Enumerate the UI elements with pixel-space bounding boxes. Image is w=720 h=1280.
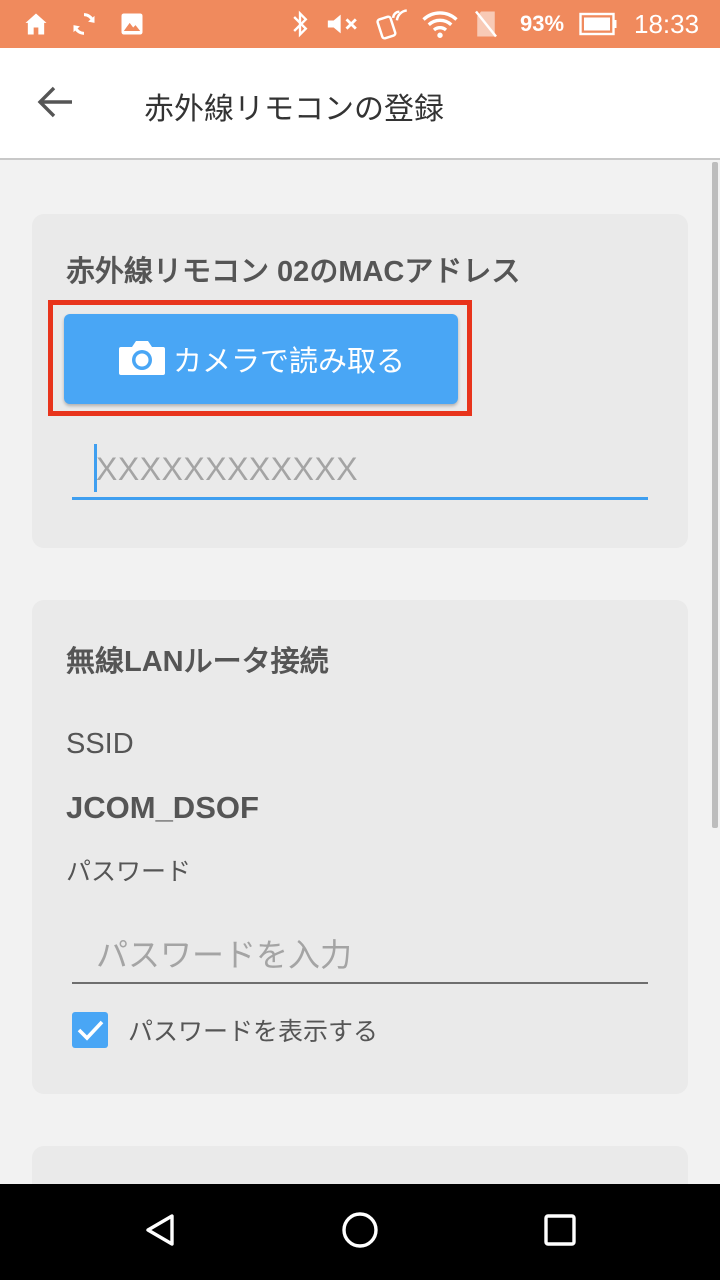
recents-square-icon <box>540 1210 580 1254</box>
nav-back-button[interactable] <box>124 1196 196 1268</box>
home-icon <box>20 8 52 40</box>
ssid-label: SSID <box>66 728 134 760</box>
password-label: パスワード <box>66 857 192 886</box>
password-field-wrapper <box>72 928 648 984</box>
password-input[interactable] <box>96 930 636 980</box>
wifi-connection-card: 無線LANルータ接続 SSID JCOM_DSOF パスワード パスワードを表示… <box>32 600 688 1094</box>
ssid-value: JCOM_DSOF <box>66 790 259 825</box>
mac-card-heading: 赤外線リモコン 02のMACアドレス <box>66 256 521 288</box>
show-password-checkbox[interactable] <box>72 1012 108 1048</box>
image-icon <box>116 8 148 40</box>
wifi-icon <box>420 8 460 40</box>
camera-read-button[interactable]: カメラで読み取る <box>64 314 458 404</box>
camera-button-label: カメラで読み取る <box>172 344 405 378</box>
sync-icon <box>68 8 100 40</box>
next-card <box>32 1146 688 1184</box>
camera-icon <box>117 337 167 381</box>
battery-icon <box>578 8 618 40</box>
page-title: 赤外線リモコンの登録 <box>144 92 444 127</box>
mute-icon <box>322 8 364 40</box>
home-circle-icon <box>340 1210 380 1254</box>
back-triangle-icon <box>140 1210 180 1254</box>
clock: 18:33 <box>634 9 700 39</box>
show-password-toggle[interactable]: パスワードを表示する <box>72 1008 378 1052</box>
mac-address-card: 赤外線リモコン 02のMACアドレス カメラで読み取る <box>32 214 688 548</box>
scrollbar[interactable] <box>712 162 718 828</box>
mac-address-field-wrapper <box>72 440 648 500</box>
nfc-icon <box>372 8 412 40</box>
wifi-card-heading: 無線LANルータ接続 <box>66 646 329 678</box>
app-bar: 赤外線リモコンの登録 <box>0 48 720 160</box>
status-bar: 93% 18:33 <box>0 0 720 48</box>
navigation-bar <box>0 1184 720 1280</box>
nav-recents-button[interactable] <box>524 1196 596 1268</box>
battery-percent: 93% <box>520 11 565 36</box>
bluetooth-icon <box>286 8 314 40</box>
mac-address-input[interactable] <box>96 444 636 494</box>
content-scroll[interactable]: 赤外線リモコン 02のMACアドレス カメラで読み取る 無線LANルータ接続 S… <box>0 162 720 1184</box>
nav-home-button[interactable] <box>324 1196 396 1268</box>
back-button[interactable] <box>24 78 88 130</box>
arrow-back-icon <box>36 84 76 124</box>
no-sim-icon <box>470 8 502 40</box>
show-password-label: パスワードを表示する <box>128 1017 379 1046</box>
